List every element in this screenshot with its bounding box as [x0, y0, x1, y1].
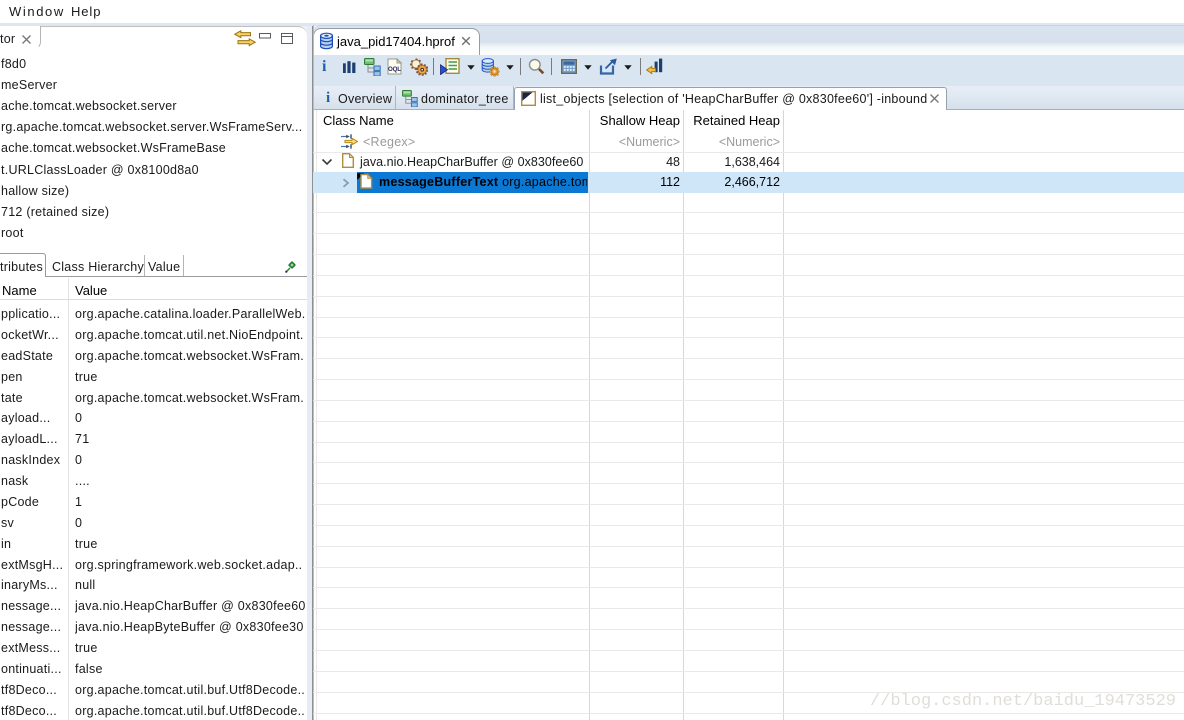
- svg-text:OQL: OQL: [388, 66, 401, 73]
